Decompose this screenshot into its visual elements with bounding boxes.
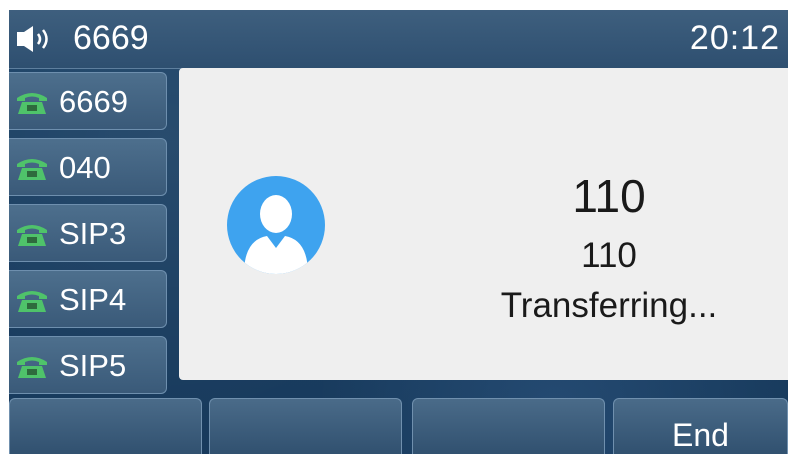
line-key-040[interactable]: 040 [9,138,167,196]
line-key-label: 6669 [59,84,128,119]
line-key-label: 040 [59,150,111,185]
line-key-label: SIP5 [59,348,127,383]
account-label: 6669 [73,19,149,57]
phone-icon [17,225,47,246]
softkey-label: End [672,417,729,453]
phone-icon [17,357,47,378]
softkey-3[interactable] [412,398,605,454]
phone-icon [17,159,47,180]
line-key-label: SIP3 [59,216,127,251]
line-key-sip5[interactable]: SIP5 [9,336,167,394]
caller-name: 110 [572,170,646,222]
line-key-label: SIP4 [59,282,127,317]
speaker-volume-icon [17,26,48,52]
phone-icon [17,291,47,312]
line-key-sip4[interactable]: SIP4 [9,270,167,328]
end-button[interactable]: End [613,398,788,454]
call-panel: 110 110 Transferring... [179,68,788,380]
clock: 20:12 [689,19,780,57]
phone-screen: 6669 20:12 6669 040 SIP3 SIP4 SIP5 110 1… [9,10,788,454]
phone-icon [17,93,47,114]
softkey-2[interactable] [209,398,402,454]
contact-avatar-icon [227,176,325,274]
line-key-6669[interactable]: 6669 [9,72,167,130]
line-key-sip3[interactable]: SIP3 [9,204,167,262]
call-status: Transferring... [500,286,718,325]
softkey-1[interactable] [9,398,202,454]
status-bar: 6669 20:12 [9,10,788,69]
caller-number: 110 [581,236,637,275]
